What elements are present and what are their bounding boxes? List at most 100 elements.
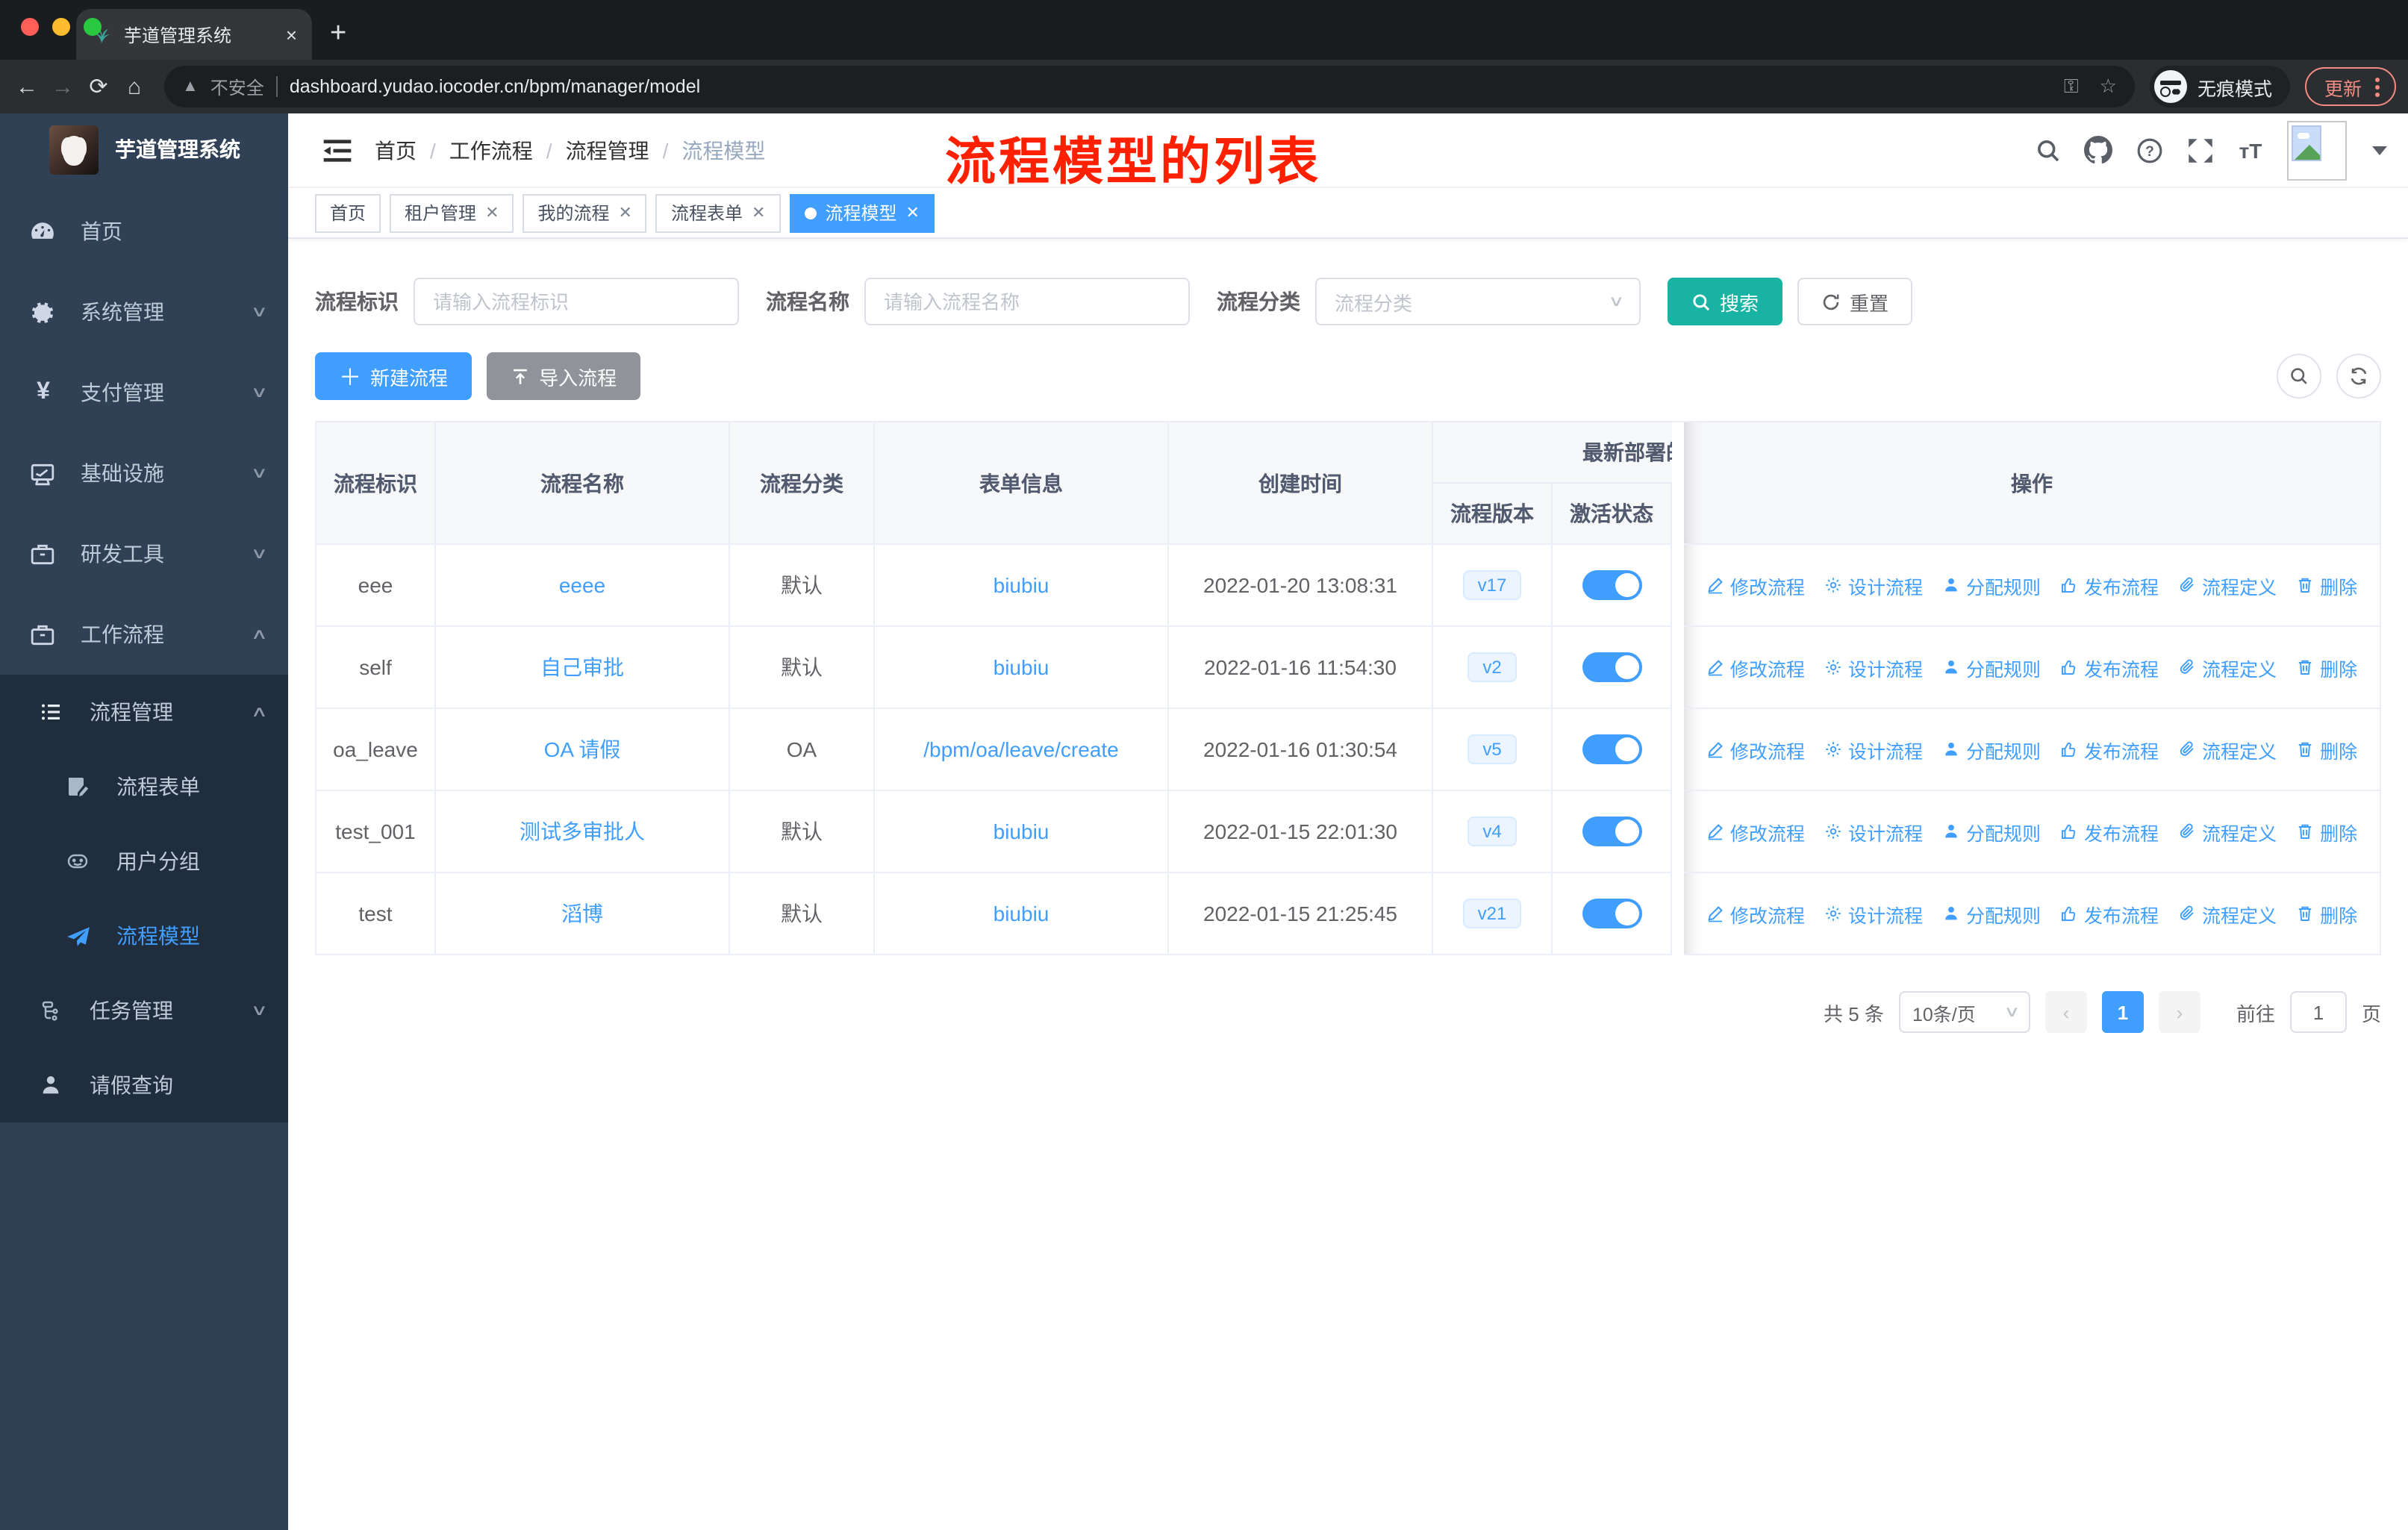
action-delete-link[interactable]: 删除	[2296, 899, 2357, 928]
action-modify-link[interactable]: 修改流程	[1706, 571, 1805, 599]
process-name-input[interactable]	[884, 290, 1170, 313]
action-delete-link[interactable]: 删除	[2296, 735, 2357, 764]
bookmark-star-icon[interactable]: ☆	[2100, 75, 2117, 99]
action-assign-link[interactable]: 分配规则	[1942, 899, 2041, 928]
create-process-button[interactable]: ＋ 新建流程	[315, 352, 472, 400]
forward-icon[interactable]: →	[48, 74, 78, 99]
traffic-light-zoom[interactable]	[84, 18, 102, 36]
collapse-sidebar-icon[interactable]	[321, 134, 354, 166]
sidebar-item-task-mgmt[interactable]: 任务管理 ∨	[0, 973, 288, 1048]
category-select[interactable]: 流程分类 ∨	[1315, 278, 1641, 325]
action-design-link[interactable]: 设计流程	[1824, 817, 1923, 846]
form-info-link[interactable]: biubiu	[994, 573, 1049, 597]
version-badge[interactable]: v17	[1462, 570, 1522, 600]
action-definition-link[interactable]: 流程定义	[2178, 817, 2277, 846]
action-delete-link[interactable]: 删除	[2296, 571, 2357, 599]
traffic-light-close[interactable]	[21, 18, 39, 36]
tag-my-process[interactable]: 我的流程 ✕	[523, 193, 647, 232]
page-size-select[interactable]: 10条/页 ∨	[1898, 991, 2030, 1033]
version-badge[interactable]: v21	[1462, 899, 1522, 928]
tag-tenant[interactable]: 租户管理 ✕	[390, 193, 514, 232]
browser-menu-icon[interactable]	[2375, 77, 2380, 96]
active-toggle[interactable]	[1582, 652, 1641, 682]
sidebar-item-process-model[interactable]: 流程模型	[0, 899, 288, 973]
reset-button[interactable]: 重置	[1797, 278, 1913, 325]
fullscreen-icon[interactable]	[2186, 136, 2214, 164]
sidebar-item-infra[interactable]: 基础设施 ∨	[0, 433, 288, 513]
action-delete-link[interactable]: 删除	[2296, 653, 2357, 681]
action-publish-link[interactable]: 发布流程	[2060, 735, 2159, 764]
sidebar-item-devtools[interactable]: 研发工具 ∨	[0, 513, 288, 594]
url-text[interactable]: dashboard.yudao.iocoder.cn/bpm/manager/m…	[290, 76, 2052, 97]
process-name-link[interactable]: OA 请假	[544, 737, 621, 761]
action-design-link[interactable]: 设计流程	[1824, 653, 1923, 681]
active-toggle[interactable]	[1582, 570, 1641, 600]
process-name-link[interactable]: 滔博	[561, 902, 603, 925]
back-icon[interactable]: ←	[12, 74, 42, 99]
help-icon[interactable]: ?	[2135, 136, 2163, 164]
action-publish-link[interactable]: 发布流程	[2060, 571, 2159, 599]
action-assign-link[interactable]: 分配规则	[1942, 571, 2041, 599]
sidebar-item-user-group[interactable]: 用户分组	[0, 824, 288, 899]
action-modify-link[interactable]: 修改流程	[1706, 735, 1805, 764]
sidebar-item-leave-query[interactable]: 请假查询	[0, 1048, 288, 1122]
tag-process-form[interactable]: 流程表单 ✕	[655, 193, 781, 232]
sidebar-item-system[interactable]: 系统管理 ∨	[0, 272, 288, 352]
sidebar-item-process-form[interactable]: 流程表单	[0, 749, 288, 824]
action-modify-link[interactable]: 修改流程	[1706, 817, 1805, 846]
action-definition-link[interactable]: 流程定义	[2178, 899, 2277, 928]
avatar-caret-icon[interactable]	[2372, 146, 2387, 154]
new-tab-button[interactable]: +	[330, 18, 346, 51]
process-id-input[interactable]	[433, 290, 720, 313]
action-design-link[interactable]: 设计流程	[1824, 735, 1923, 764]
form-info-link[interactable]: /bpm/oa/leave/create	[923, 737, 1119, 761]
sidebar-item-home[interactable]: 首页	[0, 191, 288, 272]
show-search-icon-button[interactable]	[2277, 354, 2321, 399]
close-icon[interactable]: ✕	[485, 203, 499, 222]
action-assign-link[interactable]: 分配规则	[1942, 653, 2041, 681]
page-number-current[interactable]: 1	[2101, 991, 2144, 1033]
breadcrumb-home[interactable]: 首页	[375, 135, 417, 165]
sidebar-item-process-mgmt[interactable]: 流程管理 ∧	[0, 675, 288, 749]
action-definition-link[interactable]: 流程定义	[2178, 653, 2277, 681]
form-info-link[interactable]: biubiu	[994, 819, 1049, 843]
active-toggle[interactable]	[1582, 734, 1641, 764]
home-icon[interactable]: ⌂	[119, 74, 149, 99]
action-publish-link[interactable]: 发布流程	[2060, 817, 2159, 846]
action-modify-link[interactable]: 修改流程	[1706, 653, 1805, 681]
font-size-icon[interactable]: ᴛT	[2236, 136, 2265, 164]
action-modify-link[interactable]: 修改流程	[1706, 899, 1805, 928]
refresh-icon-button[interactable]	[2336, 354, 2381, 399]
action-publish-link[interactable]: 发布流程	[2060, 653, 2159, 681]
process-name-link[interactable]: 自己审批	[540, 655, 624, 679]
close-icon[interactable]: ✕	[905, 203, 919, 222]
active-toggle[interactable]	[1582, 899, 1641, 928]
search-button[interactable]: 搜索	[1668, 278, 1783, 325]
breadcrumb-workflow[interactable]: 工作流程	[449, 135, 533, 165]
traffic-light-minimize[interactable]	[52, 18, 70, 36]
password-key-icon[interactable]: ⚿	[2064, 75, 2079, 99]
sidebar-logo[interactable]: 芋道管理系统	[0, 113, 288, 185]
prev-page-button[interactable]: ‹	[2044, 991, 2087, 1033]
action-delete-link[interactable]: 删除	[2296, 817, 2357, 846]
browser-tab[interactable]: 芋道管理系统 ×	[76, 9, 312, 60]
tab-close-icon[interactable]: ×	[286, 23, 297, 46]
import-process-button[interactable]: 导入流程	[487, 352, 641, 400]
form-info-link[interactable]: biubiu	[994, 655, 1049, 679]
version-badge[interactable]: v5	[1467, 734, 1517, 764]
action-publish-link[interactable]: 发布流程	[2060, 899, 2159, 928]
process-name-link[interactable]: 测试多审批人	[520, 819, 645, 843]
action-definition-link[interactable]: 流程定义	[2178, 735, 2277, 764]
action-assign-link[interactable]: 分配规则	[1942, 817, 2041, 846]
goto-page-input[interactable]: 1	[2289, 991, 2347, 1033]
close-icon[interactable]: ✕	[752, 203, 765, 222]
sidebar-item-workflow[interactable]: 工作流程 ∧	[0, 594, 288, 675]
form-info-link[interactable]: biubiu	[994, 902, 1049, 925]
chrome-update-button[interactable]: 更新	[2304, 67, 2396, 106]
reload-icon[interactable]: ⟳	[84, 73, 113, 100]
breadcrumb-process-mgmt[interactable]: 流程管理	[566, 135, 649, 165]
close-icon[interactable]: ✕	[619, 203, 632, 222]
active-toggle[interactable]	[1582, 816, 1641, 846]
next-page-button[interactable]: ›	[2158, 991, 2200, 1033]
action-design-link[interactable]: 设计流程	[1824, 571, 1923, 599]
